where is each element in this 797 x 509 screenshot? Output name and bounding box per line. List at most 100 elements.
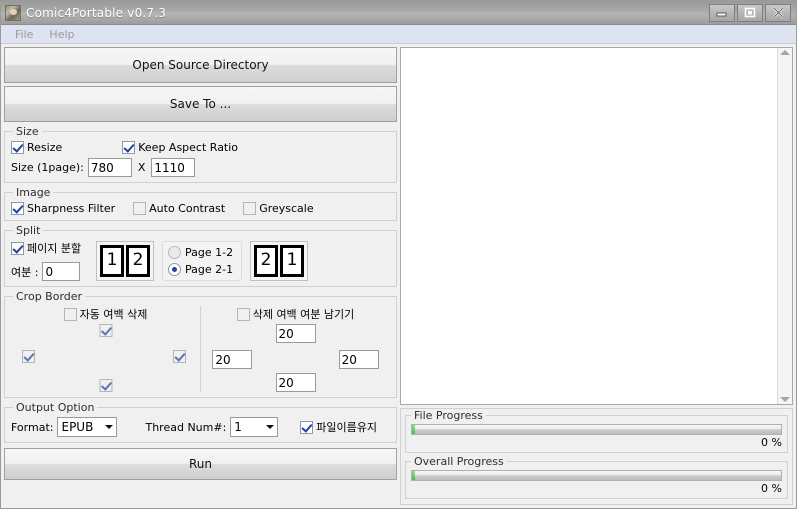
split-margin-input[interactable] <box>42 262 81 281</box>
output-option-group: Output Option Format: EPUB Thread Num#: … <box>4 401 397 443</box>
chevron-down-icon <box>101 425 116 429</box>
restore-icon <box>744 7 756 18</box>
overall-progress-fill <box>412 471 415 480</box>
size-height-input[interactable] <box>151 158 196 177</box>
split-pages-checkbox[interactable] <box>11 241 24 255</box>
split-preview-left[interactable]: 1 2 <box>96 240 154 281</box>
keep-margin-column: 삭제 여백 여분 남기기 <box>200 306 390 392</box>
crop-columns: 자동 여백 삭제 삭제 여백 여분 남기기 <box>11 306 390 392</box>
auto-crop-checkbox[interactable] <box>63 307 77 321</box>
thread-num-label: Thread Num#: <box>145 420 227 434</box>
file-list-scrollbar[interactable] <box>777 48 792 404</box>
close-button[interactable] <box>765 3 791 22</box>
size-group: Size Resize Keep Aspect Ratio Size (1pag… <box>4 125 397 183</box>
chevron-down-icon <box>262 425 277 429</box>
format-dropdown[interactable]: EPUB <box>57 417 118 437</box>
size-x-separator: X <box>137 161 146 174</box>
margin-left-input[interactable] <box>212 350 253 369</box>
keep-margin-header: 삭제 여백 여분 남기기 <box>201 306 390 322</box>
scroll-up-icon[interactable] <box>780 50 790 55</box>
greyscale-label: Greyscale <box>259 202 314 215</box>
radio-page-1-2[interactable]: Page 1-2 <box>168 245 234 259</box>
auto-contrast-checkbox[interactable] <box>133 202 147 215</box>
crop-border-group-legend: Crop Border <box>16 290 83 303</box>
preview-right-page-2: 1 <box>280 244 305 277</box>
progress-panel: File Progress 0 % Overall Progress 0 % <box>400 408 793 505</box>
title-bar[interactable]: Comic4Portable v0.7.3 <box>1 1 796 25</box>
minimize-button[interactable] <box>709 3 735 22</box>
split-group: Split 페이지 분할 여분 : 1 2 <box>4 224 397 287</box>
preview-right-page-1: 2 <box>254 244 279 277</box>
keep-aspect-ratio-checkbox[interactable] <box>122 141 136 154</box>
overall-progress-bar <box>411 470 782 481</box>
margin-top-input[interactable] <box>275 324 316 343</box>
minimize-icon <box>716 12 727 16</box>
split-preview-right[interactable]: 2 1 <box>250 240 309 281</box>
margin-bottom-input[interactable] <box>275 373 316 392</box>
page-1-2-label: Page 1-2 <box>185 245 234 259</box>
split-pages-label: 페이지 분할 <box>27 242 82 255</box>
settings-pane: Open Source Directory Save To ... Size R… <box>4 47 397 505</box>
size-width-input[interactable] <box>87 158 132 177</box>
main-content: Open Source Directory Save To ... Size R… <box>1 44 796 508</box>
resize-checkbox[interactable] <box>11 141 24 154</box>
page-2-1-radio[interactable] <box>168 262 181 276</box>
preview-left-page-1: 1 <box>100 244 124 277</box>
file-list-items[interactable] <box>401 48 777 404</box>
image-group-legend: Image <box>16 186 51 199</box>
size-1page-label: Size (1page): <box>11 161 84 174</box>
margin-right-input[interactable] <box>338 350 379 369</box>
file-progress-fill <box>412 425 415 434</box>
image-group: Image Sharpness Filter Auto Contrast Gre… <box>4 186 397 221</box>
auto-crop-header: 자동 여백 삭제 <box>11 306 200 322</box>
sharpness-filter-label: Sharpness Filter <box>27 202 116 215</box>
window-controls <box>709 3 791 22</box>
auto-crop-column: 자동 여백 삭제 <box>11 306 200 392</box>
keep-aspect-ratio-label: Keep Aspect Ratio <box>138 141 239 154</box>
thread-num-dropdown[interactable]: 1 <box>230 417 279 437</box>
restore-button[interactable] <box>737 3 763 22</box>
crop-bottom-checkbox[interactable] <box>99 379 112 392</box>
keep-filename-checkbox[interactable] <box>300 420 314 434</box>
format-value: EPUB <box>61 420 94 434</box>
page-order-radio-group: Page 1-2 Page 2-1 <box>162 240 243 281</box>
open-source-directory-button[interactable]: Open Source Directory <box>4 47 397 83</box>
thread-num-value: 1 <box>234 420 242 434</box>
app-window: Comic4Portable v0.7.3 File Help Open Sou… <box>0 0 797 509</box>
radio-page-2-1[interactable]: Page 2-1 <box>168 262 234 276</box>
file-list[interactable] <box>400 47 793 405</box>
keep-margin-checkbox[interactable] <box>236 307 250 321</box>
overall-progress-percent: 0 % <box>761 482 782 495</box>
size-group-legend: Size <box>16 125 39 138</box>
scroll-down-icon[interactable] <box>780 397 790 402</box>
split-group-legend: Split <box>16 224 41 237</box>
split-margin-label: 여분 : <box>11 265 39 279</box>
crop-right-checkbox[interactable] <box>172 350 186 363</box>
crop-side-checkboxes <box>11 324 200 392</box>
file-progress-bar <box>411 424 782 435</box>
sharpness-filter-checkbox[interactable] <box>11 202 24 215</box>
resize-label: Resize <box>27 141 63 154</box>
overall-progress-group: Overall Progress 0 % <box>405 455 788 499</box>
keep-margin-label: 삭제 여백 여분 남기기 <box>252 308 355 321</box>
menu-item-help[interactable]: Help <box>41 27 82 42</box>
crop-border-group: Crop Border 자동 여백 삭제 삭제 여백 여분 남기기 20 20 … <box>4 290 397 398</box>
file-progress-percent: 0 % <box>761 436 782 449</box>
close-icon <box>772 7 784 18</box>
format-label: Format: <box>11 420 54 434</box>
menu-item-file[interactable]: File <box>7 27 41 42</box>
file-progress-group: File Progress 0 % <box>405 409 788 453</box>
crop-margin-inputs <box>201 324 390 392</box>
page-2-1-label: Page 2-1 <box>185 262 234 276</box>
output-option-group-legend: Output Option <box>16 401 95 414</box>
run-button[interactable]: Run <box>4 448 397 480</box>
app-portrait-icon <box>5 4 21 21</box>
save-to-button[interactable]: Save To ... <box>4 86 397 122</box>
auto-crop-label: 자동 여백 삭제 <box>79 308 148 321</box>
crop-left-checkbox[interactable] <box>22 350 36 363</box>
greyscale-checkbox[interactable] <box>243 202 257 215</box>
page-1-2-radio[interactable] <box>168 245 181 259</box>
overall-progress-legend: Overall Progress <box>414 455 504 468</box>
output-pane: File Progress 0 % Overall Progress 0 % <box>400 47 793 505</box>
crop-top-checkbox[interactable] <box>99 324 112 337</box>
